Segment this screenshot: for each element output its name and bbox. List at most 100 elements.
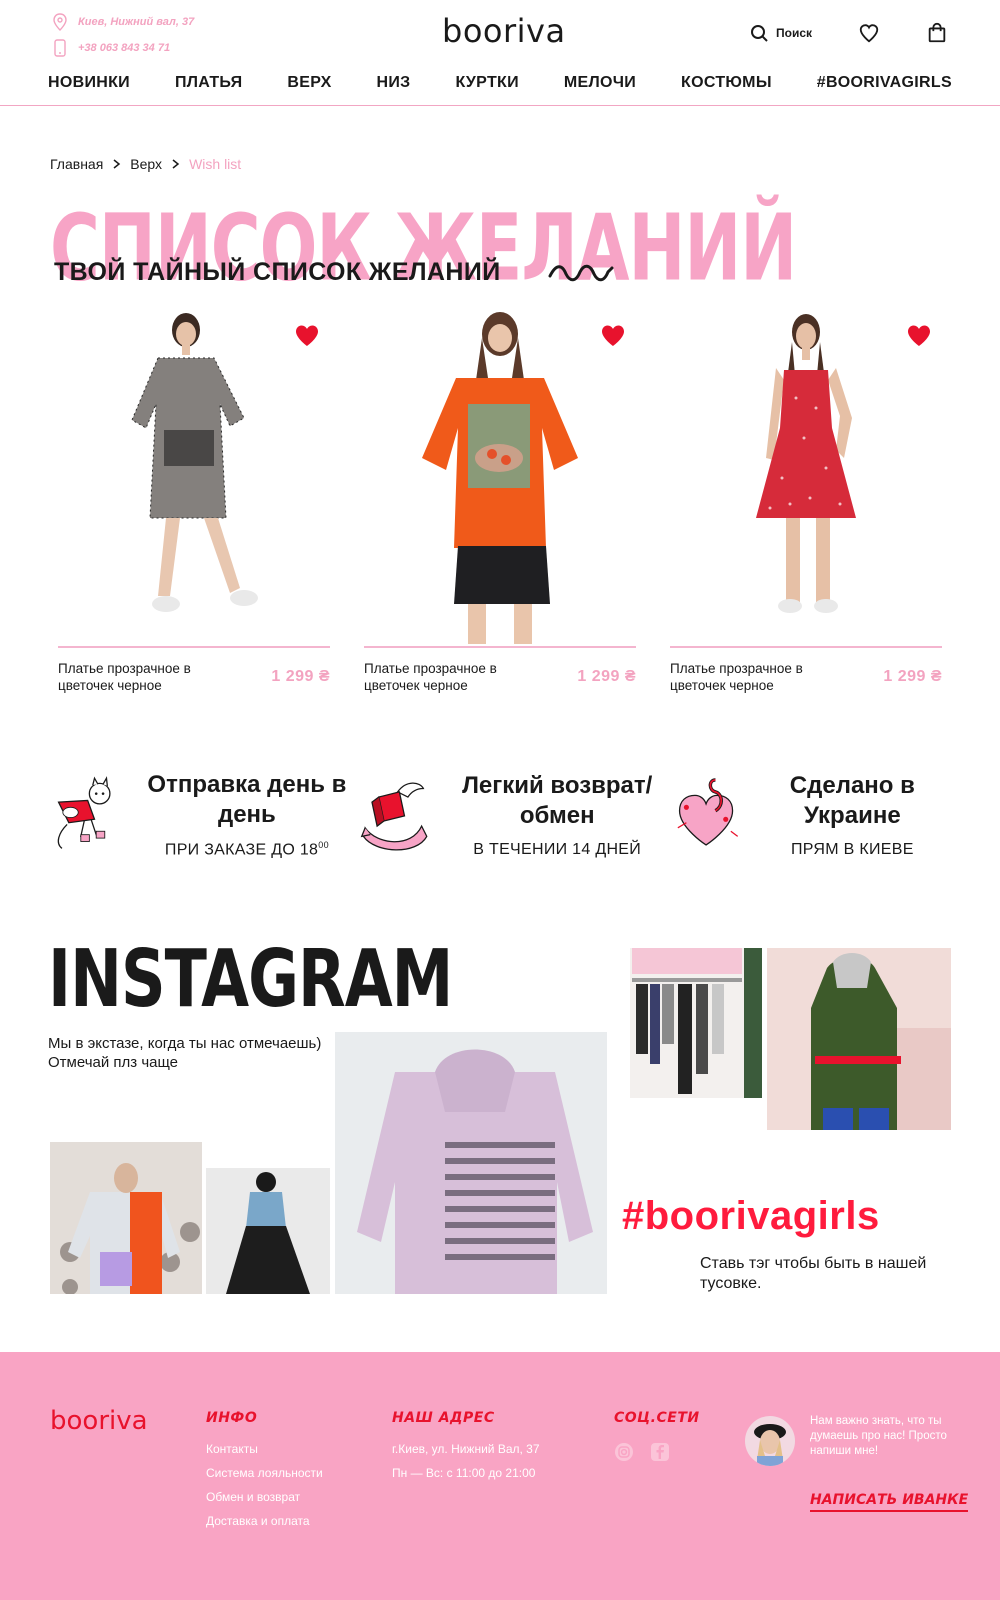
- nav-item-dresses[interactable]: ПЛАТЬЯ: [175, 74, 242, 92]
- search-label: Поиск: [775, 26, 812, 40]
- footer-message: Нам важно знать, что ты думаешь про нас!…: [810, 1415, 947, 1457]
- feature-text: Отправка день в день ПРИ ЗАКАЗЕ ДО 1800: [134, 770, 359, 859]
- footer-info-heading: ИНФО: [206, 1410, 258, 1426]
- nav-item-new[interactable]: НОВИНКИ: [48, 74, 130, 92]
- instagram-title: INSTAGRAM: [48, 932, 453, 1026]
- feature-shipping: Отправка день в день ПРИ ЗАКАЗЕ ДО 1800: [50, 770, 360, 860]
- page-subtitle: ТВОЙ ТАЙНЫЙ СПИСОК ЖЕЛАНИЙ: [54, 258, 501, 286]
- phone-row[interactable]: +38 063 843 34 71: [52, 36, 194, 60]
- cart-button[interactable]: [926, 22, 948, 44]
- footer-social-heading: СОЦ.СЕТИ: [614, 1410, 700, 1426]
- breadcrumb-current: Wish list: [189, 156, 242, 172]
- footer-address-heading: НАШ АДРЕС: [392, 1410, 495, 1426]
- social-icons: [614, 1442, 700, 1462]
- footer-link-exchange[interactable]: Обмен и возврат: [206, 1490, 323, 1504]
- nav-item-suits[interactable]: КОСТЮМЫ: [681, 74, 772, 92]
- delivery-cat-icon: [57, 776, 111, 849]
- nav-item-boorivagirls[interactable]: #BOORIVAGIRLS: [817, 74, 952, 92]
- feature-made-in-ukraine: Сделано в Украине ПРЯМ В КИЕВЕ: [671, 770, 950, 860]
- product-image[interactable]: [58, 308, 330, 648]
- location-icon: [53, 13, 67, 31]
- bag-icon: [928, 22, 946, 43]
- logo[interactable]: booriva: [442, 12, 566, 50]
- feature-subtitle: В ТЕЧЕНИИ 14 ДНЕЙ: [473, 841, 642, 858]
- wishlist-heart-icon[interactable]: [600, 324, 626, 348]
- footer-logo[interactable]: booriva: [50, 1406, 148, 1436]
- footer-link-loyalty[interactable]: Система лояльности: [206, 1466, 323, 1480]
- main-nav: НОВИНКИ ПЛАТЬЯ ВЕРХ НИЗ КУРТКИ МЕЛОЧИ КО…: [48, 74, 952, 92]
- product-name[interactable]: Платье прозрачное в цветочек черное: [670, 660, 830, 694]
- chevron-right-icon: [172, 159, 180, 169]
- wishlist-button[interactable]: [858, 22, 880, 44]
- footer-social-column: СОЦ.СЕТИ: [614, 1410, 700, 1462]
- instagram-photo-black-skirt[interactable]: [206, 1168, 330, 1294]
- product-card[interactable]: Платье прозрачное в цветочек черное 1 29…: [58, 308, 330, 694]
- phone-text: +38 063 843 34 71: [78, 42, 171, 54]
- product-image[interactable]: [670, 308, 942, 648]
- product-name[interactable]: Платье прозрачное в цветочек черное: [58, 660, 218, 694]
- hashtag-title[interactable]: #boorivagirls: [622, 1194, 880, 1239]
- footer-link-contacts[interactable]: Контакты: [206, 1442, 323, 1456]
- breadcrumb: Главная Верх Wish list: [50, 156, 241, 172]
- breadcrumb-tops[interactable]: Верх: [130, 156, 162, 172]
- squiggle-decoration: [548, 264, 614, 282]
- product-info: Платье прозрачное в цветочек черное 1 29…: [364, 660, 636, 694]
- winged-box-icon: [360, 782, 428, 851]
- features: Отправка день в день ПРИ ЗАКАЗЕ ДО 1800 …: [50, 770, 950, 860]
- instagram-icon[interactable]: [614, 1442, 634, 1462]
- footer-address-column: НАШ АДРЕС г.Киев, ул. Нижний Вал, 37 Пн …: [392, 1410, 540, 1490]
- site-footer: booriva ИНФО Контакты Система лояльности…: [0, 1352, 1000, 1600]
- product-name[interactable]: Платье прозрачное в цветочек черное: [364, 660, 524, 694]
- instagram-text: Мы в экстазе, когда ты нас отмечаешь) От…: [48, 1035, 322, 1071]
- search-icon: [750, 25, 768, 42]
- breadcrumb-home[interactable]: Главная: [50, 156, 103, 172]
- write-ivanka-button[interactable]: НАПИСАТЬ ИВАНКЕ: [810, 1492, 969, 1512]
- model-orange-tshirt-image: [422, 312, 578, 644]
- nav-item-jackets[interactable]: КУРТКИ: [455, 74, 518, 92]
- nav-item-accessories[interactable]: МЕЛОЧИ: [564, 74, 636, 92]
- instagram-photo-store-rack[interactable]: [612, 948, 762, 1098]
- instagram-photo-green-coat[interactable]: [767, 948, 951, 1130]
- product-card[interactable]: Платье прозрачное в цветочек черное 1 29…: [670, 308, 942, 694]
- nav-item-bottoms[interactable]: НИЗ: [377, 74, 411, 92]
- phone-icon: [54, 39, 66, 57]
- feature-title: Сделано в Украине: [789, 772, 915, 829]
- instagram-photo-lilac-hoodie[interactable]: [335, 1032, 607, 1294]
- product-card[interactable]: Платье прозрачное в цветочек черное 1 29…: [364, 308, 636, 694]
- feature-return: Легкий возврат/обмен В ТЕЧЕНИИ 14 ДНЕЙ: [360, 770, 671, 860]
- heart-icon: [859, 24, 879, 43]
- footer-hours: Пн — Вс: с 11:00 до 21:00: [392, 1466, 536, 1480]
- search-button[interactable]: Поиск: [750, 24, 812, 42]
- address-text: Киев, Нижний вал, 37: [78, 16, 195, 28]
- instagram-photo-patchwork-shirt[interactable]: [50, 1142, 202, 1294]
- feature-text: Легкий возврат/обмен В ТЕЧЕНИИ 14 ДНЕЙ: [444, 771, 671, 859]
- header-actions: Поиск: [750, 22, 948, 44]
- footer-address: г.Киев, ул. Нижний Вал, 37: [392, 1442, 540, 1456]
- chevron-right-icon: [113, 159, 121, 169]
- product-price: 1 299 ₴: [577, 668, 636, 685]
- avatar: [745, 1416, 795, 1466]
- hashtag-description: Ставь тэг чтобы быть в нашей тусовке.: [700, 1255, 927, 1292]
- product-price: 1 299 ₴: [271, 668, 330, 685]
- model-red-dress-image: [756, 314, 856, 613]
- product-image[interactable]: [364, 308, 636, 648]
- feature-title: Легкий возврат/обмен: [462, 772, 653, 829]
- wishlist-products: Платье прозрачное в цветочек черное 1 29…: [58, 308, 942, 694]
- product-info: Платье прозрачное в цветочек черное 1 29…: [670, 660, 942, 694]
- contacts: Киев, Нижний вал, 37 +38 063 843 34 71: [52, 10, 194, 62]
- footer-info-column: ИНФО Контакты Система лояльности Обмен и…: [206, 1410, 323, 1538]
- heart-snake-icon: [677, 778, 738, 846]
- site-header: Киев, Нижний вал, 37 +38 063 843 34 71 b…: [0, 0, 1000, 106]
- feature-title: Отправка день в день: [147, 771, 347, 829]
- feature-subtitle: ПРИ ЗАКАЗЕ ДО 1800: [164, 840, 329, 859]
- footer-link-delivery[interactable]: Доставка и оплата: [206, 1514, 323, 1528]
- address-row[interactable]: Киев, Нижний вал, 37: [52, 10, 194, 34]
- product-price: 1 299 ₴: [883, 668, 942, 685]
- nav-item-tops[interactable]: ВЕРХ: [287, 74, 331, 92]
- product-info: Платье прозрачное в цветочек черное 1 29…: [58, 660, 330, 694]
- wishlist-heart-icon[interactable]: [294, 324, 320, 348]
- feature-text: Сделано в Украине ПРЯМ В КИЕВЕ: [755, 771, 950, 859]
- model-sheer-dress-image: [131, 313, 258, 612]
- wishlist-heart-icon[interactable]: [906, 324, 932, 348]
- facebook-icon[interactable]: [650, 1442, 670, 1462]
